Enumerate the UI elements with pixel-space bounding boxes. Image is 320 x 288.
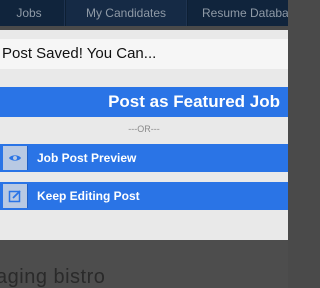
keep-editing-post-label: Keep Editing Post [37, 189, 140, 203]
or-divider: ---OR--- [128, 124, 160, 134]
edit-icon [3, 184, 28, 208]
page: Jobs My Candidates Resume Databa Post Sa… [0, 0, 288, 288]
eye-icon [3, 146, 28, 170]
post-as-featured-job-button[interactable]: Post as Featured Job [0, 87, 288, 117]
keep-editing-post-button[interactable]: Keep Editing Post [0, 182, 288, 210]
background-heading: aging bistro [0, 266, 106, 288]
top-nav: Jobs My Candidates Resume Databa [0, 0, 288, 26]
job-post-preview-label: Job Post Preview [37, 151, 137, 165]
tab-my-candidates[interactable]: My Candidates [66, 0, 187, 26]
job-post-preview-button[interactable]: Job Post Preview [0, 144, 288, 172]
tab-resume-database[interactable]: Resume Databa [188, 0, 288, 26]
tab-jobs[interactable]: Jobs [0, 0, 65, 26]
post-saved-modal: Post Saved! You Can... Post as Featured … [0, 30, 288, 240]
modal-title: Post Saved! You Can... [0, 39, 288, 69]
